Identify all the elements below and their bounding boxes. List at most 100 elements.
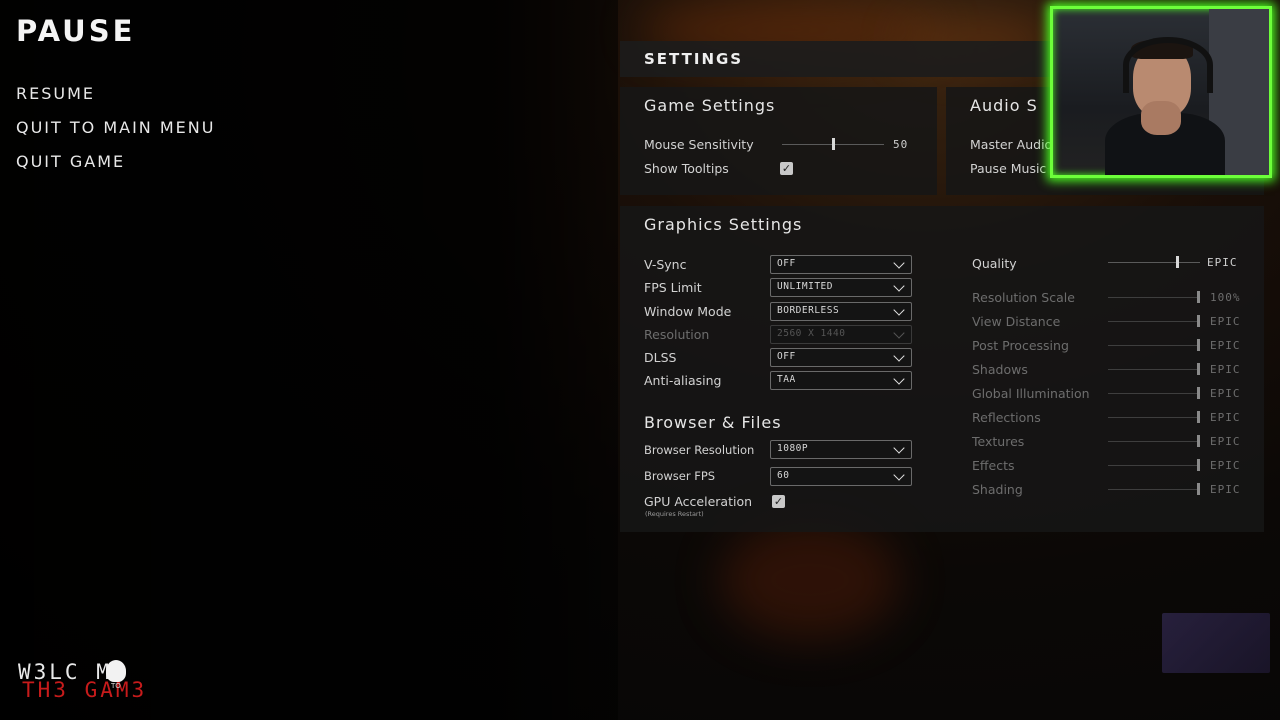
reflections-label: Reflections xyxy=(972,410,1041,425)
global-illumination-value: EPIC xyxy=(1210,387,1241,400)
dlss-dropdown[interactable]: OFF xyxy=(770,348,912,367)
mouse-sensitivity-value: 50 xyxy=(893,138,909,151)
global-illumination-handle xyxy=(1197,387,1200,399)
anti-aliasing-label: Anti-aliasing xyxy=(644,373,722,388)
shading-label: Shading xyxy=(972,482,1023,497)
post-processing-handle xyxy=(1197,339,1200,351)
quit-game-button[interactable]: QUIT GAME xyxy=(16,150,215,184)
browser-resolution-value: 1080P xyxy=(777,443,809,454)
pause-title: PAUSE xyxy=(16,14,136,48)
settings-title: SETTINGS xyxy=(644,50,744,68)
webcam-overlay xyxy=(1050,6,1272,178)
effects-handle xyxy=(1197,459,1200,471)
v-sync-value: OFF xyxy=(777,258,796,269)
browser-fps-dropdown[interactable]: 60 xyxy=(770,467,912,486)
pause-menu: RESUME QUIT TO MAIN MENU QUIT GAME xyxy=(16,82,215,184)
view-distance-handle xyxy=(1197,315,1200,327)
v-sync-label: V-Sync xyxy=(644,257,687,272)
shadows-handle xyxy=(1197,363,1200,375)
fps-limit-value: UNLIMITED xyxy=(777,281,833,292)
game-settings-title: Game Settings xyxy=(644,96,776,115)
view-distance-slider xyxy=(1108,321,1200,322)
chevron-down-icon xyxy=(893,469,905,481)
resolution-label: Resolution xyxy=(644,327,710,342)
anti-aliasing-value: TAA xyxy=(777,374,796,385)
reflections-value: EPIC xyxy=(1210,411,1241,424)
show-tooltips-checkbox[interactable]: ✓ xyxy=(780,162,793,175)
master-audio-label: Master Audio xyxy=(970,137,1053,152)
chevron-down-icon xyxy=(893,257,905,269)
chevron-down-icon xyxy=(893,442,905,454)
anti-aliasing-dropdown[interactable]: TAA xyxy=(770,371,912,390)
show-tooltips-label: Show Tooltips xyxy=(644,161,729,176)
resolution-scale-slider xyxy=(1108,297,1200,298)
reflections-slider xyxy=(1108,417,1200,418)
browser-resolution-label: Browser Resolution xyxy=(644,443,755,457)
pause-music-label: Pause Music xyxy=(970,161,1047,176)
fps-limit-dropdown[interactable]: UNLIMITED xyxy=(770,278,912,297)
effects-label: Effects xyxy=(972,458,1015,473)
gpu-acceleration-label: GPU Acceleration xyxy=(644,494,753,509)
gpu-acceleration-note: (Requires Restart) xyxy=(645,510,704,518)
textures-value: EPIC xyxy=(1210,435,1241,448)
skull-icon xyxy=(106,660,126,682)
browser-files-title: Browser & Files xyxy=(644,413,782,432)
browser-resolution-dropdown[interactable]: 1080P xyxy=(770,440,912,459)
textures-label: Textures xyxy=(972,434,1025,449)
textures-handle xyxy=(1197,435,1200,447)
chevron-down-icon xyxy=(893,350,905,362)
window-mode-label: Window Mode xyxy=(644,304,732,319)
shading-slider xyxy=(1108,489,1200,490)
streamer-hand xyxy=(1141,101,1181,135)
window-mode-dropdown[interactable]: BORDERLESS xyxy=(770,302,912,321)
secondary-camera-thumbnail xyxy=(1162,613,1270,673)
fps-limit-label: FPS Limit xyxy=(644,280,702,295)
shadows-value: EPIC xyxy=(1210,363,1241,376)
shadows-slider xyxy=(1108,369,1200,370)
logo-line-2: TH3 GAM3 xyxy=(22,678,148,702)
dlss-label: DLSS xyxy=(644,350,677,365)
window-mode-value: BORDERLESS xyxy=(777,305,840,316)
logo-to: TO xyxy=(111,682,121,690)
effects-slider xyxy=(1108,465,1200,466)
resolution-value: 2560 X 1440 xyxy=(777,328,846,339)
resolution-scale-value: 100% xyxy=(1210,291,1241,304)
chevron-down-icon xyxy=(893,327,905,339)
post-processing-value: EPIC xyxy=(1210,339,1241,352)
browser-fps-label: Browser FPS xyxy=(644,469,716,483)
v-sync-dropdown[interactable]: OFF xyxy=(770,255,912,274)
browser-fps-value: 60 xyxy=(777,470,790,481)
chevron-down-icon xyxy=(893,304,905,316)
graphics-settings-title: Graphics Settings xyxy=(644,215,803,234)
quality-slider[interactable] xyxy=(1108,262,1200,263)
shading-handle xyxy=(1197,483,1200,495)
textures-slider xyxy=(1108,441,1200,442)
audio-settings-title: Audio S xyxy=(970,96,1038,115)
gpu-acceleration-checkbox[interactable]: ✓ xyxy=(772,495,785,508)
resolution-scale-handle xyxy=(1197,291,1200,303)
resolution-dropdown: 2560 X 1440 xyxy=(770,325,912,344)
chevron-down-icon xyxy=(893,280,905,292)
shadows-label: Shadows xyxy=(972,362,1028,377)
quality-value: EPIC xyxy=(1207,256,1238,269)
mouse-sensitivity-handle[interactable] xyxy=(831,138,835,150)
shading-value: EPIC xyxy=(1210,483,1241,496)
quality-label: Quality xyxy=(972,256,1017,271)
resolution-scale-label: Resolution Scale xyxy=(972,290,1075,305)
dlss-value: OFF xyxy=(777,351,796,362)
headset-icon xyxy=(1123,37,1213,93)
quality-handle[interactable] xyxy=(1175,256,1179,268)
background-glow xyxy=(720,520,900,640)
resume-button[interactable]: RESUME xyxy=(16,82,215,116)
view-distance-label: View Distance xyxy=(972,314,1061,329)
post-processing-slider xyxy=(1108,345,1200,346)
mouse-sensitivity-label: Mouse Sensitivity xyxy=(644,137,754,152)
global-illumination-label: Global Illumination xyxy=(972,386,1090,401)
game-logo: W3LC M3 TO TH3 GAM3 xyxy=(18,660,147,702)
view-distance-value: EPIC xyxy=(1210,315,1241,328)
chevron-down-icon xyxy=(893,373,905,385)
post-processing-label: Post Processing xyxy=(972,338,1069,353)
quit-to-main-menu-button[interactable]: QUIT TO MAIN MENU xyxy=(16,116,215,150)
effects-value: EPIC xyxy=(1210,459,1241,472)
global-illumination-slider xyxy=(1108,393,1200,394)
